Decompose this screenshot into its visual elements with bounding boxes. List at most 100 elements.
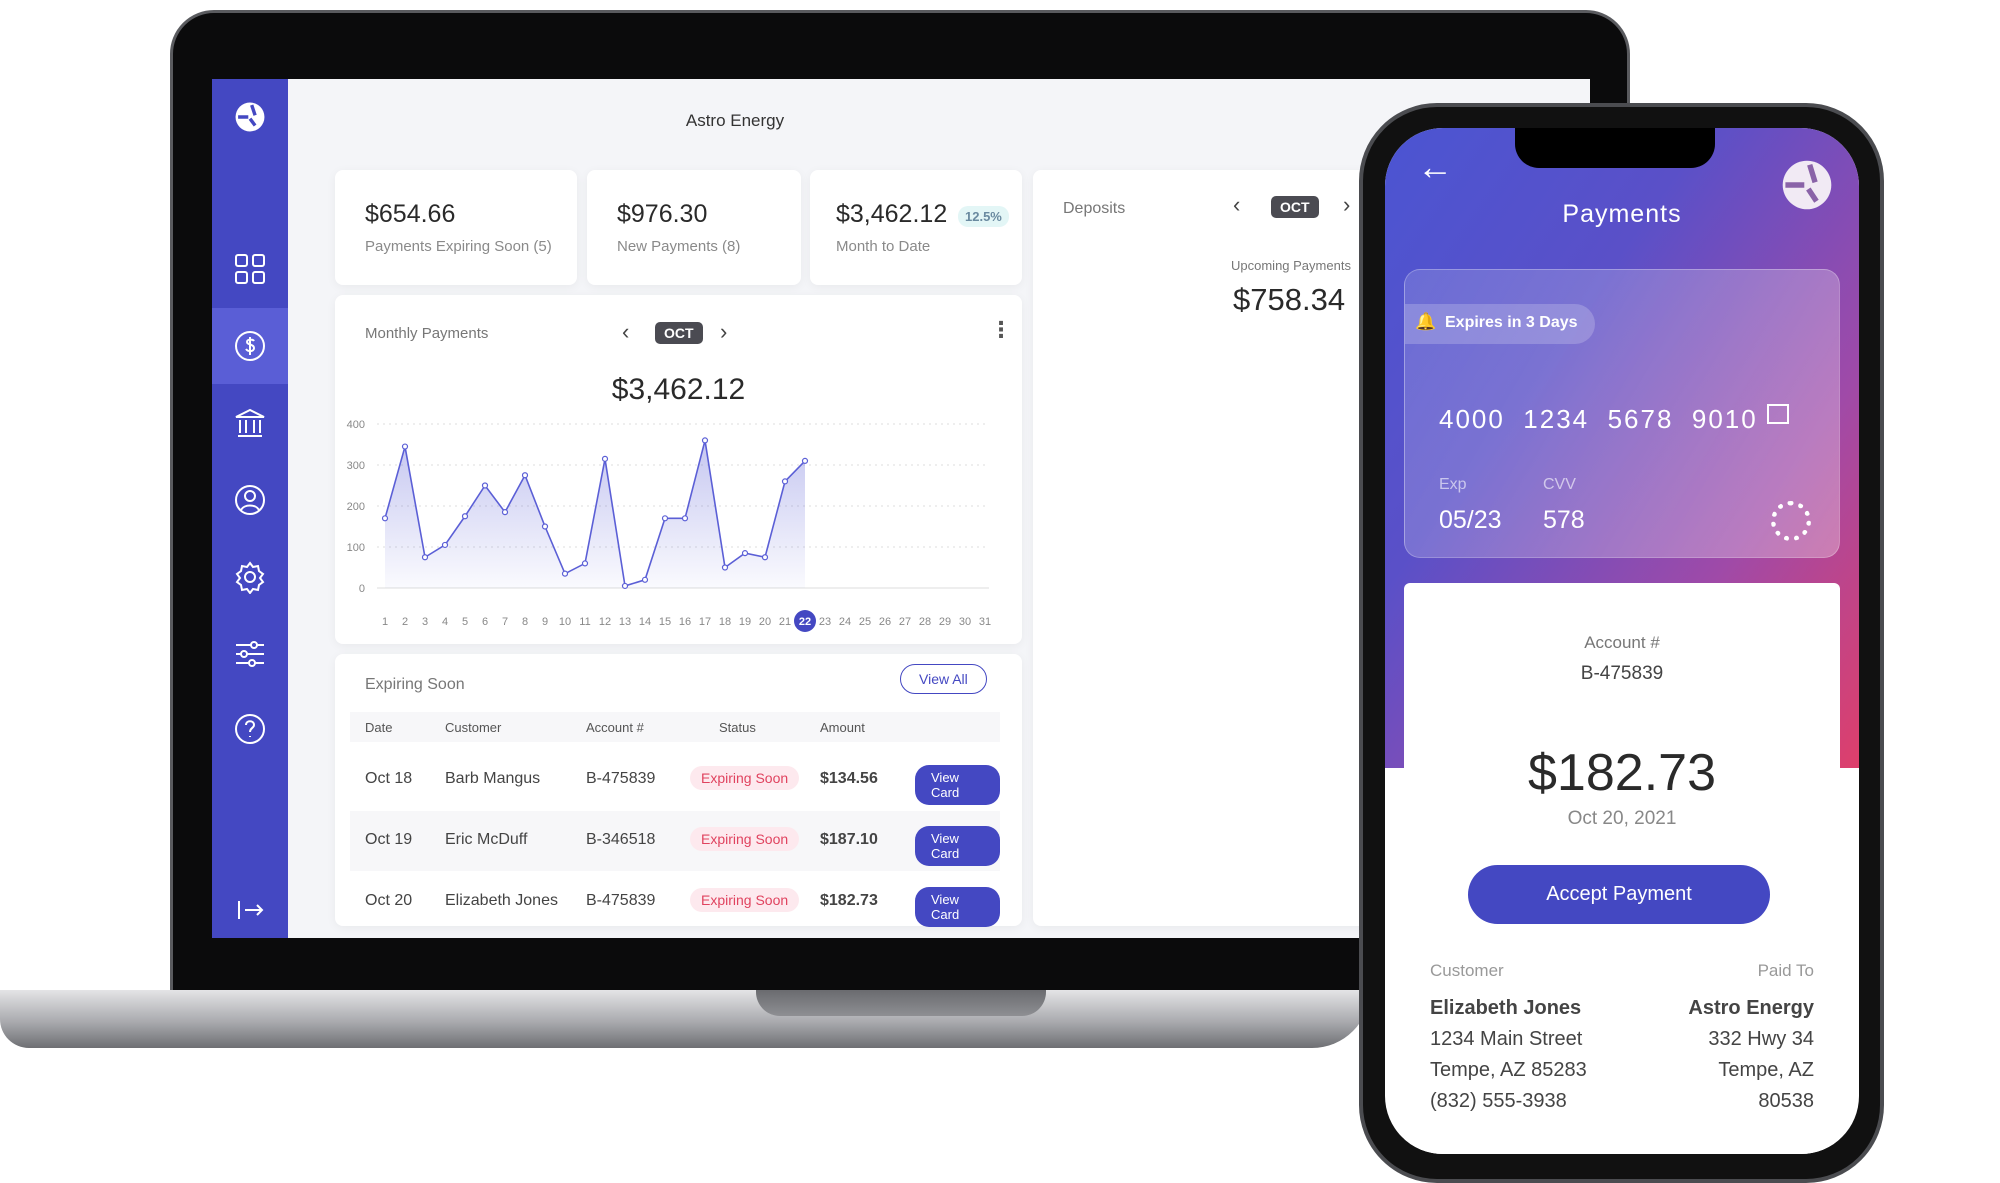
kpi-value: $976.30 [617,200,708,228]
data-point [801,457,809,464]
status-badge: Expiring Soon [690,827,800,851]
cvv-label: CVV [1543,476,1576,493]
data-point [741,550,749,557]
phone-notch [1515,128,1715,168]
table-header: Date Customer Account # Status Amount [350,712,1000,742]
sidebar-item-filters[interactable] [212,616,288,692]
x-tick-label: 13 [619,616,631,628]
x-tick-label: 19 [739,616,751,628]
sidebar-item-settings[interactable] [212,539,288,615]
expiry-alert: 🔔 Expires in 3 Days [1405,304,1595,344]
copy-icon[interactable] [1767,404,1789,424]
bank-icon [235,408,265,437]
data-point [481,482,489,489]
view-card-button[interactable]: View Card [915,765,1000,805]
next-month-button[interactable]: › [1343,192,1350,218]
column-header: Amount [820,720,865,735]
x-tick-label: 6 [482,616,488,628]
sidebar [212,79,288,938]
x-tick-label: 10 [559,616,571,628]
customer-city: Tempe, AZ 85283 [1430,1059,1587,1081]
cvv-value: 578 [1543,506,1585,534]
x-tick-label: 23 [819,616,831,628]
account-label: Account # [1584,633,1660,652]
status-badge: Expiring Soon [690,888,800,912]
payee-street: 332 Hwy 34 [1708,1028,1814,1050]
data-point [681,515,689,522]
contactless-icon [1771,501,1811,541]
credit-card[interactable]: 🔔 Expires in 3 Days 4000 1234 5678 9010 … [1404,269,1840,558]
y-tick-label: 100 [347,542,365,554]
data-point [601,455,609,462]
account-number: B-475839 [1580,663,1664,684]
payee-zip: 80538 [1758,1090,1814,1112]
kpi-label: Month to Date [836,238,931,255]
payee-name: Astro Energy [1688,997,1814,1019]
back-arrow-icon[interactable]: ← [1417,146,1453,188]
x-tick-label: 17 [699,616,711,628]
app-title: Astro Energy [685,111,785,130]
logout-icon [238,901,264,919]
customer-street: 1234 Main Street [1430,1028,1583,1050]
y-tick-label: 200 [347,501,365,513]
accept-payment-button[interactable]: Accept Payment [1468,865,1770,924]
x-tick-label: 31 [979,616,991,628]
y-tick-label: 0 [359,583,365,595]
payment-details: Account # B-475839 $182.73 Oct 20, 2021 … [1404,583,1840,1154]
cell-amount: $187.10 [820,831,878,848]
sidebar-item-dashboard[interactable] [212,231,288,307]
cell-customer: Barb Mangus [445,770,541,787]
kpi-label: New Payments (8) [617,238,741,255]
data-point [721,564,729,571]
cell-amount: $134.56 [820,770,878,787]
column-header: Status [719,720,756,735]
help-icon [235,714,265,744]
data-point [581,560,589,567]
paid-to-info: Astro Energy 332 Hwy 34 Tempe, AZ 80538 [1688,993,1814,1117]
sidebar-item-payments[interactable] [212,308,288,384]
card-number: 4000 1234 5678 9010 [1439,404,1758,434]
kpi-card-new: $976.30 New Payments (8) [587,170,801,285]
sidebar-item-bank[interactable] [212,385,288,461]
data-point [421,554,429,561]
kpi-card-month: $3,462.12 12.5% Month to Date [810,170,1022,285]
x-tick-label: 1 [382,616,388,628]
customer-info: Elizabeth Jones 1234 Main Street Tempe, … [1430,993,1587,1117]
view-card-button[interactable]: View Card [915,887,1000,927]
cell-date: Oct 20 [365,892,413,909]
data-point [461,513,469,520]
sliders-icon [236,641,264,667]
cell-account: B-346518 [586,831,656,848]
sidebar-item-logout[interactable] [212,872,288,938]
view-all-button[interactable]: View All [900,664,987,694]
x-tick-label: 24 [839,616,851,628]
view-card-button[interactable]: View Card [915,826,1000,866]
x-tick-label: 7 [502,616,508,628]
x-tick-label: 14 [639,616,651,628]
monthly-chart: 01002003004001 2 3 4 5 6 7 8 9 10 11 12 13 14 15 16 17 18… [347,419,991,632]
card-title: Deposits [1063,200,1126,217]
upcoming-label: Upcoming Payments [1231,258,1351,273]
cell-customer: Elizabeth Jones [445,892,558,909]
cell-account: B-475839 [586,770,656,787]
x-tick-label: 15 [659,616,671,628]
gear-icon [235,561,265,594]
x-tick-label: 21 [779,616,791,628]
sidebar-item-profile[interactable] [212,462,288,538]
sidebar-item-help[interactable] [212,691,288,767]
prev-month-button[interactable]: ‹ [1233,192,1240,218]
x-tick-label: 16 [679,616,691,628]
x-tick-label: 18 [719,616,731,628]
y-tick-label: 400 [347,419,365,431]
payment-amount: $182.73 [1528,744,1716,802]
exp-value: 05/23 [1439,506,1502,534]
laptop-notch [756,990,1046,1016]
x-tick-label: 11 [579,616,590,628]
screen-title: Payments [1562,200,1682,228]
month-label: OCT [1271,196,1319,218]
x-tick-label: 27 [899,616,911,628]
data-point [521,472,529,479]
bell-icon: 🔔 [1415,312,1437,331]
data-point [641,576,649,583]
status-badge: Expiring Soon [690,766,800,790]
